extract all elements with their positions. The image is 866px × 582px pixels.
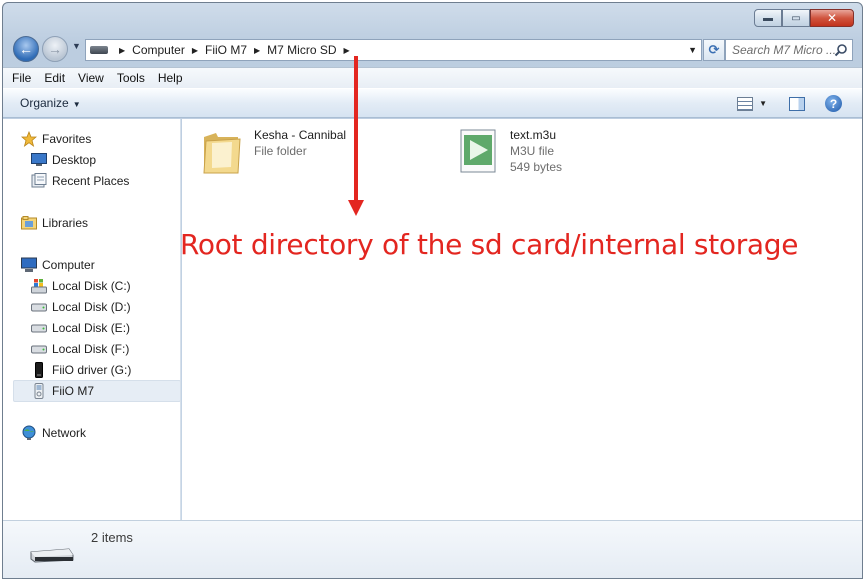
view-options-dropdown-icon[interactable]: ▼ xyxy=(759,99,767,108)
command-bar: Organize ▼ ▼ ? xyxy=(3,88,862,118)
caption-buttons: ▬ ▭ ✕ xyxy=(754,9,854,27)
sidebar-item-libraries[interactable]: Libraries xyxy=(21,213,88,233)
maximize-button[interactable]: ▭ xyxy=(782,9,810,27)
sidebar-item-fiio-driver-g[interactable]: FiiO driver (G:) xyxy=(31,360,131,380)
drive-icon xyxy=(30,548,74,563)
organize-label: Organize xyxy=(20,96,69,110)
refresh-button[interactable]: ⟳ xyxy=(703,39,725,61)
sidebar-item-fiio-m7[interactable]: FiiO M7 xyxy=(13,380,181,402)
search-icon[interactable] xyxy=(834,43,848,57)
file-text: text.m3u M3U file 549 bytes xyxy=(510,127,562,175)
usb-drive-icon xyxy=(31,362,47,378)
list-item-folder[interactable]: Kesha - Cannibal File folder xyxy=(202,127,346,175)
sidebar-item-label: FiiO driver (G:) xyxy=(52,363,132,377)
file-name: text.m3u xyxy=(510,128,557,142)
media-file-icon xyxy=(460,129,496,173)
item-count: 2 items xyxy=(91,530,133,545)
address-bar[interactable]: ▶ Computer ▶ FiiO M7 ▶ M7 Micro SD ▶ ▼ xyxy=(85,39,702,61)
explorer-window: ▬ ▭ ✕ ← → ▼ ▶ Computer ▶ FiiO M7 ▶ M7 Mi… xyxy=(2,2,863,579)
file-name: Kesha - Cannibal xyxy=(254,128,347,142)
sidebar-item-local-disk-e[interactable]: Local Disk (E:) xyxy=(31,318,130,338)
annotation-text: Root directory of the sd card/internal s… xyxy=(180,228,799,261)
annotation-arrow-head xyxy=(348,200,364,216)
sidebar-item-label: Local Disk (D:) xyxy=(52,300,131,314)
sidebar-item-local-disk-c[interactable]: Local Disk (C:) xyxy=(31,276,131,296)
desktop-icon xyxy=(31,152,47,168)
star-icon xyxy=(21,131,37,147)
chevron-right-icon[interactable]: ▶ xyxy=(254,46,260,55)
sidebar-item-label: Desktop xyxy=(52,153,97,167)
search-placeholder: Search M7 Micro ... xyxy=(732,43,837,57)
file-list: Kesha - Cannibal File folder text.m3u M3… xyxy=(182,119,862,521)
drive-icon xyxy=(31,320,47,336)
organize-button[interactable]: Organize ▼ xyxy=(20,96,81,110)
sidebar-item-desktop[interactable]: Desktop xyxy=(31,150,96,170)
sidebar-item-label: Local Disk (E:) xyxy=(52,321,131,335)
breadcrumb-computer[interactable]: Computer xyxy=(132,43,185,57)
file-size: 549 bytes xyxy=(510,160,563,174)
minimize-button[interactable]: ▬ xyxy=(754,9,782,27)
forward-button[interactable]: → xyxy=(42,36,68,62)
folder-icon xyxy=(203,133,241,174)
sidebar-item-label: Recent Places xyxy=(52,174,130,188)
details-pane: 2 items xyxy=(3,520,862,578)
sidebar-item-favorites[interactable]: Favorites xyxy=(21,129,91,149)
close-button[interactable]: ✕ xyxy=(810,9,854,27)
device-icon xyxy=(31,383,47,399)
recent-places-icon xyxy=(31,173,47,189)
drive-icon xyxy=(31,299,47,315)
preview-pane-icon[interactable] xyxy=(789,96,805,111)
help-icon[interactable]: ? xyxy=(825,95,842,112)
annotation-arrow-line xyxy=(354,56,358,204)
sidebar-item-label: Network xyxy=(42,426,87,440)
sidebar-item-label: Favorites xyxy=(42,132,92,146)
chevron-right-icon[interactable]: ▶ xyxy=(344,46,350,55)
menu-view[interactable]: View xyxy=(78,71,104,85)
file-type: M3U file xyxy=(510,144,555,158)
chevron-right-icon[interactable]: ▶ xyxy=(192,46,198,55)
search-input[interactable]: Search M7 Micro ... xyxy=(725,39,853,61)
drive-icon xyxy=(90,46,108,54)
change-view-icon[interactable] xyxy=(737,96,754,111)
sidebar-item-network[interactable]: Network xyxy=(21,423,86,443)
menu-bar: File Edit View Tools Help xyxy=(3,67,862,88)
navigation-bar: ← → ▼ ▶ Computer ▶ FiiO M7 ▶ M7 Micro SD… xyxy=(13,35,854,63)
sidebar-item-label: Libraries xyxy=(42,216,89,230)
computer-icon xyxy=(21,257,37,273)
list-item-file[interactable]: text.m3u M3U file 549 bytes xyxy=(458,127,562,175)
sidebar-item-label: FiiO M7 xyxy=(52,384,94,398)
libraries-icon xyxy=(21,215,37,231)
menu-help[interactable]: Help xyxy=(158,71,183,85)
chevron-down-icon: ▼ xyxy=(72,100,81,109)
network-icon xyxy=(21,425,37,441)
drive-icon xyxy=(31,341,47,357)
file-text: Kesha - Cannibal File folder xyxy=(254,127,346,175)
sidebar-item-computer[interactable]: Computer xyxy=(21,255,95,275)
chevron-right-icon[interactable]: ▶ xyxy=(119,46,125,55)
breadcrumb-fiio-m7[interactable]: FiiO M7 xyxy=(205,43,247,57)
navigation-pane: Favorites Desktop Recent Places Librarie… xyxy=(3,119,181,521)
menu-edit[interactable]: Edit xyxy=(44,71,65,85)
command-bar-right: ▼ ? xyxy=(737,95,842,112)
sidebar-item-label: Computer xyxy=(42,258,95,272)
sidebar-item-label: Local Disk (F:) xyxy=(52,342,130,356)
menu-tools[interactable]: Tools xyxy=(117,71,145,85)
file-type: File folder xyxy=(254,144,307,158)
recent-pages-dropdown[interactable]: ▼ xyxy=(72,41,81,51)
breadcrumb-m7-micro-sd[interactable]: M7 Micro SD xyxy=(267,43,336,57)
sidebar-item-local-disk-d[interactable]: Local Disk (D:) xyxy=(31,297,131,317)
sidebar-item-recent-places[interactable]: Recent Places xyxy=(31,171,129,191)
windows-drive-icon xyxy=(31,278,47,294)
address-dropdown-icon[interactable]: ▼ xyxy=(688,45,697,55)
sidebar-item-local-disk-f[interactable]: Local Disk (F:) xyxy=(31,339,129,359)
sidebar-item-label: Local Disk (C:) xyxy=(52,279,131,293)
menu-file[interactable]: File xyxy=(12,71,31,85)
back-button[interactable]: ← xyxy=(13,36,39,62)
